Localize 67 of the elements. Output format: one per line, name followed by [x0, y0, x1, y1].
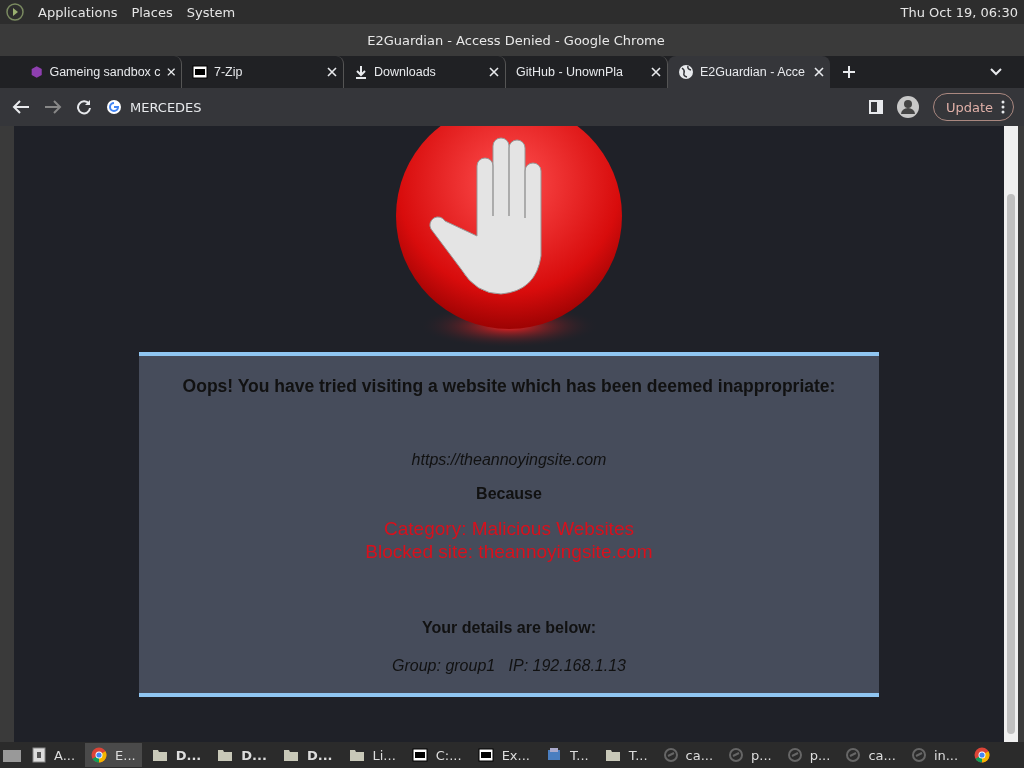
- panel-menu[interactable]: System: [186, 4, 236, 20]
- side-panel-icon[interactable]: [868, 100, 883, 114]
- window-icon: [32, 747, 46, 763]
- user-details: Group: group1 IP: 192.168.1.13: [392, 657, 626, 675]
- chrome-icon: [91, 747, 108, 763]
- scrollbar[interactable]: [1004, 126, 1018, 742]
- forward-icon[interactable]: [44, 99, 62, 115]
- menu-logo-icon: [6, 3, 24, 21]
- archive-icon: [477, 748, 494, 762]
- download-icon: [354, 65, 368, 79]
- taskbar-item[interactable]: E...: [85, 743, 142, 767]
- taskbar-item[interactable]: p...: [723, 743, 778, 767]
- app-icon: [846, 748, 861, 762]
- network-icon: [545, 747, 562, 763]
- address-field[interactable]: MERCEDES: [130, 99, 202, 115]
- because-label: Because: [476, 485, 542, 503]
- back-icon[interactable]: [12, 99, 30, 115]
- close-icon: [327, 67, 337, 77]
- taskbar-item[interactable]: D...: [145, 743, 208, 767]
- panel-menu[interactable]: Applications: [38, 4, 118, 20]
- browser-tab[interactable]: E2Guardian - Acce: [668, 56, 830, 88]
- taskbar-item[interactable]: T...: [539, 743, 595, 767]
- app-icon: [663, 748, 678, 762]
- folder-icon: [348, 748, 365, 762]
- app-icon: [729, 748, 744, 762]
- app-icon: [911, 748, 926, 762]
- blocked-url: https://theannoyingsite.com: [411, 451, 607, 469]
- message-heading: Oops! You have tried visiting a website which has been deemed inappropriate:: [182, 376, 836, 397]
- taskbar-item[interactable]: A...: [26, 743, 82, 767]
- chevron-down-icon: [990, 68, 1002, 76]
- close-icon: [166, 67, 175, 77]
- app-icon: [787, 748, 802, 762]
- taskbar-item[interactable]: D...: [211, 743, 273, 767]
- folder-icon: [151, 748, 168, 762]
- more-icon[interactable]: [1001, 100, 1005, 114]
- taskbar-item[interactable]: T...: [598, 743, 654, 767]
- folder-icon: [604, 748, 621, 762]
- close-icon: [651, 67, 661, 77]
- globe-icon: [678, 64, 694, 80]
- taskbar-item[interactable]: Li...: [342, 743, 402, 767]
- cube-icon: [30, 64, 44, 80]
- folder-icon: [217, 748, 234, 762]
- show-desktop-icon: [2, 747, 22, 763]
- taskbar-item[interactable]: in...: [905, 743, 965, 767]
- taskbar-item[interactable]: C:...: [405, 743, 468, 767]
- scrollbar-thumb[interactable]: [1007, 194, 1015, 734]
- taskbar-item[interactable]: D...: [276, 743, 339, 767]
- taskbar-item[interactable]: p...: [781, 743, 837, 767]
- archive-icon: [411, 748, 428, 762]
- panel-clock: Thu Oct 19, 06:30: [900, 4, 1018, 20]
- close-icon: [489, 67, 499, 77]
- chrome-icon: [974, 747, 991, 763]
- google-icon: [106, 99, 122, 115]
- panel-menu[interactable]: Places: [131, 4, 173, 20]
- profile-icon[interactable]: [896, 96, 919, 118]
- taskbar-item[interactable]: ca...: [657, 743, 720, 767]
- block-reason: Blocked site: theannoyingsite.com: [365, 540, 653, 563]
- close-icon: [814, 67, 824, 77]
- details-heading: Your details are below:: [422, 619, 596, 637]
- folder-icon: [282, 748, 299, 762]
- block-reason: Category: Malicious Websites: [384, 517, 634, 540]
- taskbar-item[interactable]: ca...: [840, 743, 902, 767]
- reload-icon[interactable]: [76, 99, 92, 115]
- window-title: E2Guardian - Access Denied - Google Chrome: [367, 32, 665, 48]
- archive-icon: [192, 65, 208, 79]
- taskbar-item[interactable]: Ex...: [471, 743, 536, 767]
- new-tab-icon: [842, 65, 856, 79]
